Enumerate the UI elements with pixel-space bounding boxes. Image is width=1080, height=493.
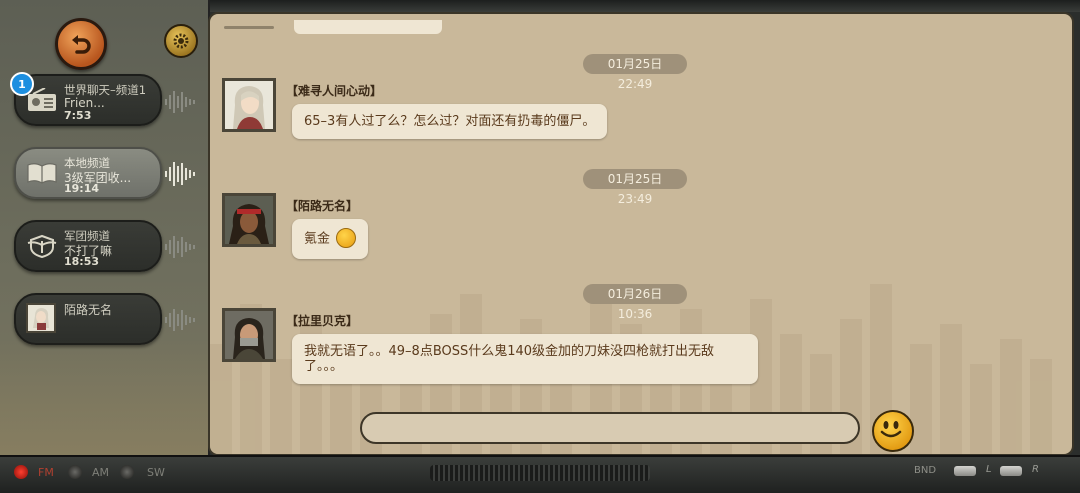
grin-emoji-icon bbox=[336, 228, 357, 248]
message-text: 65–3有人过了么？怎么过？对面还有扔毒的僵尸。 bbox=[304, 114, 596, 129]
avatar[interactable] bbox=[222, 78, 276, 132]
sound-wave-icon bbox=[165, 91, 195, 113]
message-input[interactable] bbox=[360, 412, 860, 444]
timestamp-pill: 01月25日 22:49 bbox=[583, 54, 687, 91]
undo-arrow-icon bbox=[72, 35, 91, 54]
avatar[interactable] bbox=[222, 308, 276, 362]
message-bubble[interactable]: 我就无语了。。49–8点BOSS什么鬼140级金加的刀妹没四枪就打出无敌了。。。 bbox=[292, 334, 758, 384]
sw-label: SW bbox=[147, 466, 165, 479]
sound-wave-icon bbox=[165, 162, 195, 186]
gear-icon bbox=[173, 33, 189, 49]
back-button[interactable] bbox=[55, 18, 107, 70]
channel-time: 19:14 bbox=[64, 182, 100, 195]
sound-wave-icon bbox=[165, 309, 195, 331]
fm-indicator-light[interactable] bbox=[14, 465, 28, 479]
right-channel-label: R bbox=[1032, 464, 1039, 475]
channel-private-chat[interactable]: 陌路无名 bbox=[14, 293, 162, 345]
emoji-button[interactable] bbox=[872, 410, 914, 452]
message-bubble[interactable]: 65–3有人过了么？怎么过？对面还有扔毒的僵尸。 bbox=[292, 104, 608, 139]
band-switch[interactable] bbox=[954, 466, 976, 476]
avatar bbox=[26, 303, 56, 333]
channel-local[interactable]: 本地频道 3级军团收... 19:14 bbox=[14, 147, 162, 199]
avatar[interactable] bbox=[222, 193, 276, 247]
band-label: BND bbox=[914, 465, 937, 476]
left-channel-label: L bbox=[986, 464, 992, 475]
timestamp-pill: 01月26日 10:36 bbox=[583, 284, 687, 321]
channel-last-message: Frien... bbox=[64, 96, 105, 110]
message-text: 氪金 bbox=[304, 231, 331, 247]
channel-time: 7:53 bbox=[64, 109, 92, 122]
am-indicator-light[interactable] bbox=[68, 465, 82, 479]
balance-switch[interactable] bbox=[1000, 466, 1022, 476]
book-icon bbox=[26, 159, 58, 187]
sound-wave-icon bbox=[165, 236, 195, 258]
sw-indicator-light[interactable] bbox=[120, 465, 134, 479]
legion-emblem-icon bbox=[26, 232, 58, 260]
message-bubble[interactable]: 氪金 bbox=[292, 219, 369, 259]
channel-name: 陌路无名 bbox=[64, 303, 113, 317]
channel-time: 18:53 bbox=[64, 255, 100, 268]
channel-legion[interactable]: 军团频道 不打了嘛 18:53 bbox=[14, 220, 162, 272]
sender-name: 【拉里贝克】 bbox=[286, 314, 359, 328]
settings-button[interactable] bbox=[164, 24, 198, 58]
sender-name: 【难寻人间心动】 bbox=[286, 84, 383, 98]
channel-sidebar: 1 世界聊天–频道1 Frien... 7:53 本地频道 3级军团收... 1… bbox=[0, 0, 210, 455]
smiley-icon bbox=[880, 421, 902, 438]
speaker-grille bbox=[430, 465, 650, 481]
chat-panel[interactable]: 01月25日 22:49 【难寻人间心动】 65–3有人过了么？怎么过？对面还有… bbox=[208, 12, 1074, 456]
timestamp-pill: 01月25日 23:49 bbox=[583, 169, 687, 206]
message-text: 我就无语了。。49–8点BOSS什么鬼140级金加的刀妹没四枪就打出无敌了。。。 bbox=[304, 344, 715, 374]
am-label: AM bbox=[92, 466, 110, 479]
fm-label: FM bbox=[38, 466, 54, 479]
previous-message-bubble bbox=[294, 20, 442, 34]
radio-icon bbox=[26, 86, 58, 114]
divider bbox=[224, 26, 274, 29]
sender-name: 【陌路无名】 bbox=[286, 199, 359, 213]
channel-world-chat[interactable]: 1 世界聊天–频道1 Frien... 7:53 bbox=[10, 72, 162, 126]
